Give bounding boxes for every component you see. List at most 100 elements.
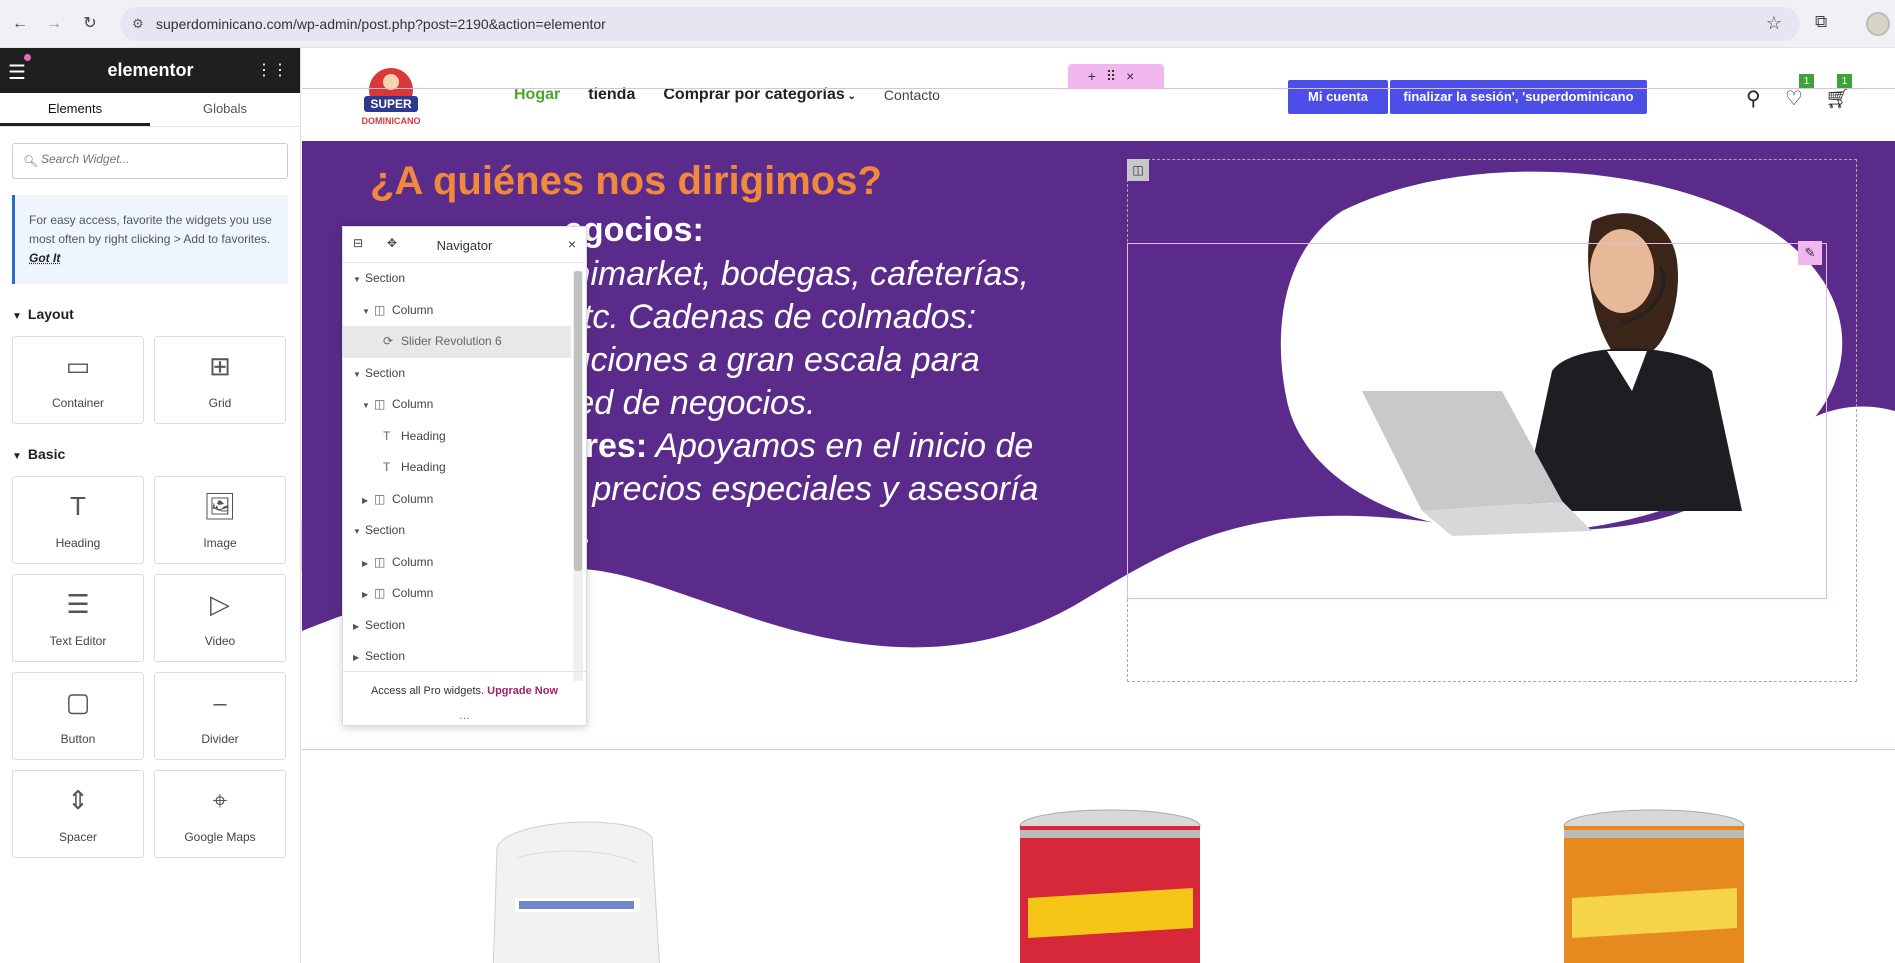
chevron-down-icon: ⌄ <box>844 91 856 102</box>
cart-icon[interactable]: 🛒︎ <box>1825 86 1850 111</box>
upgrade-now-link[interactable]: Upgrade Now <box>487 685 558 697</box>
heading-icon: T <box>383 460 391 474</box>
navigator-item[interactable]: ▼ Section <box>343 263 571 295</box>
close-icon[interactable]: × <box>568 236 576 252</box>
panel-header: ☰ elementor ⋮⋮ <box>0 48 300 93</box>
widget-spacer[interactable]: ⇕ Spacer <box>12 770 144 858</box>
navigator-item[interactable]: ▶ Section <box>343 610 571 642</box>
navigator-item[interactable]: ▼ Section <box>343 515 571 547</box>
my-account-button[interactable]: Mi cuenta <box>1288 80 1388 114</box>
map-icon: ⌖ <box>212 785 228 815</box>
widget-heading[interactable]: T Heading <box>12 476 144 564</box>
navigator-item[interactable]: ▼ ◫ Column <box>343 389 571 421</box>
site-logo[interactable]: SUPER DOMINICANO <box>350 60 432 136</box>
slider-icon: ⟳ <box>383 334 394 348</box>
divider-icon: ⎯ <box>213 687 227 717</box>
cart-count-badge: 1 <box>1837 74 1852 89</box>
button-icon: ▢ <box>65 687 91 717</box>
caret-right-icon[interactable]: ▶ <box>353 611 365 642</box>
navigator-item-label: Section <box>365 617 406 632</box>
widget-container[interactable]: ▭ Container <box>12 336 144 424</box>
navigator-item[interactable]: ▶ ◫ Column <box>343 547 571 579</box>
hero-line: etc. Cadenas de colmados: <box>564 298 977 336</box>
search-widget-input[interactable] <box>41 152 281 166</box>
paco-fish-can-red-image[interactable] <box>1018 808 1203 963</box>
flour-sack-image[interactable] <box>487 808 667 963</box>
widget-image[interactable]: 🖼︎ Image <box>154 476 286 564</box>
apps-grid-icon[interactable]: ⋮⋮ <box>256 60 288 80</box>
navigator-item-label: Section <box>365 271 406 285</box>
navigator-footer: Access all Pro widgets. Upgrade Now <box>343 671 586 711</box>
search-icon[interactable]: ⚲ <box>1746 86 1761 111</box>
category-basic[interactable]: ▼ Basic <box>12 446 288 462</box>
forward-icon[interactable]: → <box>42 12 66 36</box>
widget-text-editor[interactable]: ☰ Text Editor <box>12 574 144 662</box>
caret-right-icon[interactable]: ▶ <box>353 642 365 673</box>
navigator-item[interactable]: ▼ ◫ Column <box>343 295 571 327</box>
heart-icon[interactable]: ♡ <box>1785 86 1803 111</box>
logout-button[interactable]: finalizar la sesión', 'superdominicano <box>1390 80 1647 114</box>
caret-right-icon[interactable]: ▶ <box>362 579 374 610</box>
caret-down-icon[interactable]: ▼ <box>362 390 374 421</box>
hero-line: red de negocios. <box>564 384 816 422</box>
category-label: Basic <box>27 446 66 462</box>
widget-label: Container <box>51 396 105 410</box>
navigator-item[interactable]: ▶ Section <box>343 641 571 673</box>
column-icon: ◫ <box>374 586 386 600</box>
widget-label: Image <box>203 536 237 550</box>
menu-item-contacto[interactable]: Contacto <box>884 87 940 104</box>
heading-icon: T <box>383 428 391 443</box>
navigator-item[interactable]: ▶ ◫ Column <box>343 578 571 610</box>
address-bar[interactable]: ⚙ superdominicano.com/wp-admin/post.php?… <box>120 7 1800 41</box>
navigator-item-label: Section <box>365 649 406 663</box>
widget-video[interactable]: ▷ Video <box>154 574 286 662</box>
category-label: Layout <box>27 306 74 322</box>
category-layout[interactable]: ▼ Layout <box>12 306 288 322</box>
navigator-item[interactable]: T Heading <box>343 452 571 484</box>
section-handle[interactable]: +⠿× <box>1068 64 1164 88</box>
column-icon: ◫ <box>374 491 386 506</box>
site-info-icon[interactable]: ⚙ <box>132 16 144 32</box>
navigator-item[interactable]: ⟳ Slider Revolution 6 <box>343 326 571 358</box>
widget-label: Button <box>60 732 96 746</box>
column-handle-icon[interactable]: ◫ <box>1127 159 1149 181</box>
reload-icon[interactable]: ↻ <box>78 12 102 36</box>
caret-down-icon[interactable]: ▼ <box>353 264 365 295</box>
widget-label: Google Maps <box>184 830 256 844</box>
tab-elements[interactable]: Elements <box>0 93 150 126</box>
scrollbar-thumb[interactable] <box>574 271 582 571</box>
hero-line: ores: Apoyamos en el inicio de <box>564 427 1033 466</box>
navigator-item-label: Column <box>392 554 434 569</box>
navigator-item[interactable]: ▼ Section <box>343 358 571 390</box>
caret-right-icon[interactable]: ▶ <box>362 485 374 516</box>
paco-fish-can-orange-image[interactable] <box>1562 808 1747 963</box>
edit-pencil-icon[interactable]: ✎ <box>1798 241 1822 265</box>
navigator-item[interactable]: T Heading <box>343 421 571 453</box>
navigator-item-label: Column <box>392 302 434 317</box>
hero-heading: ¿A quiénes nos dirigimos? <box>370 159 882 203</box>
caret-down-icon[interactable]: ▼ <box>353 359 365 390</box>
pro-widgets-text: Access all Pro widgets. <box>370 685 485 697</box>
navigator-header[interactable]: ⊟ ✥ Navigator × <box>343 227 586 263</box>
navigator-tree: ▼ Section ▼ ◫ Column ⟳ Slider Revolution 6 ▼ Sec… <box>343 263 571 683</box>
widget-grid[interactable]: ⊞ Grid <box>154 336 286 424</box>
back-icon[interactable]: ← <box>8 12 32 36</box>
caret-down-icon: ▼ <box>12 451 22 462</box>
extensions-icon[interactable]: ⧉ <box>1815 12 1827 32</box>
caret-down-icon[interactable]: ▼ <box>353 516 365 547</box>
widget-map[interactable]: ⌖ Google Maps <box>154 770 286 858</box>
tab-globals[interactable]: Globals <box>150 93 300 126</box>
widget-divider[interactable]: ⎯ Divider <box>154 672 286 760</box>
url-text[interactable]: superdominicano.com/wp-admin/post.php?po… <box>156 16 606 32</box>
got-it-link[interactable]: Got It <box>29 251 60 265</box>
resize-handle[interactable]: … <box>343 711 586 725</box>
caret-down-icon: ▼ <box>12 311 22 322</box>
bookmark-star-icon[interactable]: ☆ <box>1766 13 1782 34</box>
column-icon: ◫ <box>374 554 386 569</box>
caret-right-icon[interactable]: ▶ <box>362 548 374 579</box>
caret-down-icon[interactable]: ▼ <box>362 296 374 327</box>
hero-line-italic: Apoyamos en el inicio de <box>647 427 1034 465</box>
widget-button[interactable]: ▢ Button <box>12 672 144 760</box>
profile-avatar[interactable] <box>1866 12 1890 36</box>
navigator-item[interactable]: ▶ ◫ Column <box>343 484 571 516</box>
